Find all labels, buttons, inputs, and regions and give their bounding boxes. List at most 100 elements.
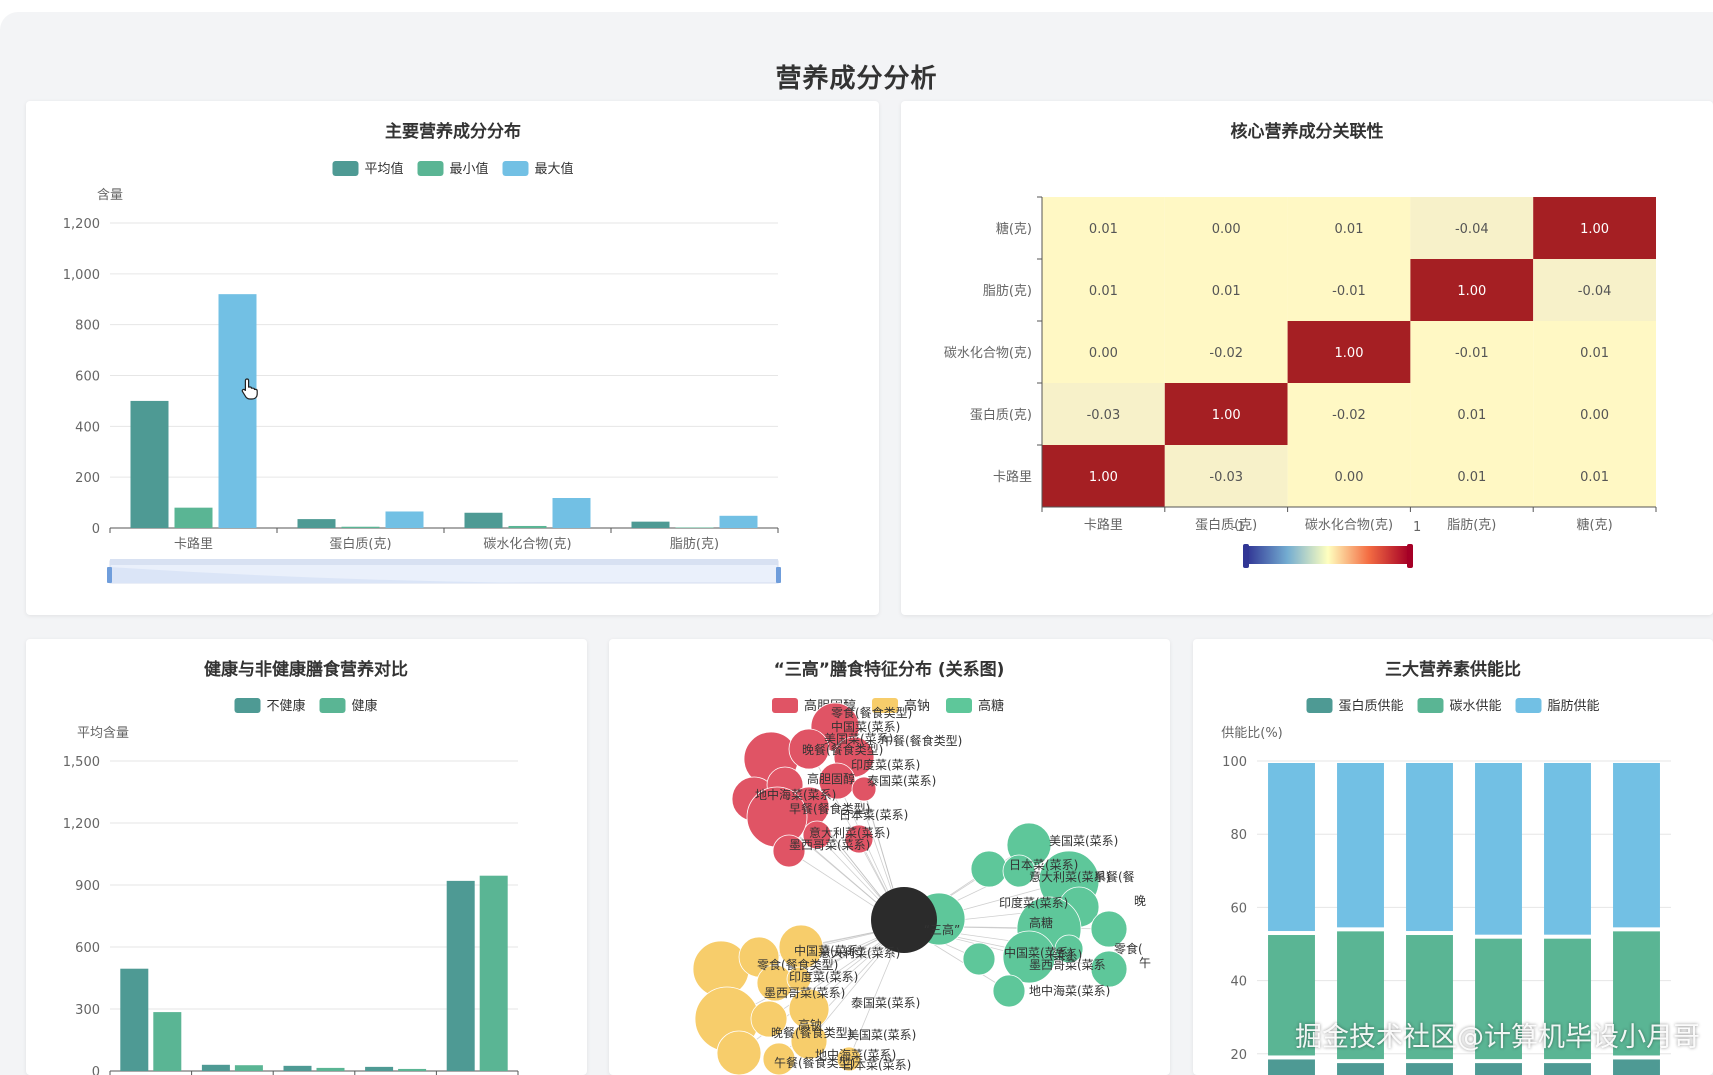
network-node-label: 日本菜(菜系) — [842, 1058, 911, 1072]
x-tick-label: 蛋白质(克) — [329, 536, 391, 552]
network-node-label: 零食(餐食类型) — [757, 957, 838, 972]
bar — [1406, 1063, 1453, 1075]
bar — [1613, 1059, 1660, 1075]
legend-label: 蛋白质供能 — [1339, 698, 1404, 714]
y-tick-label: 300 — [75, 1003, 100, 1018]
network-node-label: 泰国菜(菜系) — [867, 774, 936, 788]
network-node-label: 地中海菜(菜系) — [755, 787, 836, 802]
visual-map-handle-left — [1243, 544, 1249, 568]
energy-ratio-chart: 三大营养素供能比蛋白质供能 碳水供能 脂肪供能供能比(%) 20 40 60 80 100 — [1221, 659, 1671, 1075]
heatmap-value: -0.01 — [1332, 284, 1366, 299]
data-zoom-handle-right — [776, 567, 781, 583]
network-node-label: 零食( — [1114, 941, 1143, 956]
legend-item[interactable]: 高糖 — [946, 698, 1004, 714]
legend-label: 最大值 — [535, 161, 574, 177]
bar — [1544, 1063, 1591, 1075]
x-tick-label: 碳水化合物(克) — [483, 537, 571, 552]
x-tick-label: 脂肪(克) — [670, 536, 719, 552]
y-axis-label: 含量 — [97, 187, 123, 203]
network-hub-node — [871, 887, 937, 953]
y-tick-label: 1,500 — [63, 755, 100, 770]
legend-label: 不健康 — [267, 698, 306, 714]
bar — [719, 515, 758, 528]
bar — [464, 512, 503, 528]
heatmap-value: 0.01 — [1335, 222, 1364, 237]
bar — [631, 521, 670, 528]
x-tick-label: 糖(克) — [1577, 517, 1613, 533]
bar — [365, 1066, 394, 1071]
bar — [283, 1065, 312, 1071]
network-node-label: 晚 — [1134, 894, 1146, 908]
bar — [218, 294, 257, 528]
heatmap-value: -0.03 — [1087, 408, 1121, 423]
y-tick-label: 600 — [75, 941, 100, 956]
heatmap-value: 0.01 — [1580, 470, 1609, 485]
bar — [130, 400, 169, 528]
legend-item[interactable]: 平均值 — [332, 161, 404, 177]
legend-item[interactable]: 健康 — [319, 698, 378, 714]
y-tick-label: 1,200 — [63, 217, 100, 232]
bar — [479, 875, 508, 1071]
chart-title: 核心营养成分关联性 — [1231, 121, 1384, 142]
network-node-label: 墨西哥菜(菜系) — [764, 986, 845, 1000]
network-node-label: 晚餐(餐食类型) — [802, 742, 883, 757]
data-zoom-slider[interactable] — [107, 559, 781, 584]
legend-item[interactable]: 脂肪供能 — [1515, 698, 1600, 714]
legend-swatch — [1417, 698, 1444, 713]
legend-item[interactable]: 最大值 — [502, 161, 574, 177]
x-tick-label: 碳水化合物(克) — [1305, 518, 1393, 533]
legend-item[interactable]: 不健康 — [234, 698, 306, 714]
visual-map-min-label: -1 — [1232, 520, 1245, 535]
bar — [1268, 763, 1315, 932]
hand-pointer-icon — [241, 378, 259, 404]
data-zoom-bar — [110, 559, 778, 565]
x-tick-label: 卡路里 — [174, 536, 213, 552]
y-tick-label: 100 — [1222, 755, 1247, 770]
bar — [1337, 1063, 1384, 1075]
heatmap-value: 1.00 — [1457, 284, 1486, 299]
y-tick-label: 60 — [1230, 901, 1247, 916]
bar — [385, 511, 424, 528]
correlation-card: 核心营养成分关联性 1.00 -0.03 0.00 0.01 0.01 -0.03 1.00 -… — [901, 101, 1713, 615]
network-node-label: 美国菜(菜系) — [1049, 834, 1118, 848]
bar — [675, 527, 714, 528]
bar — [552, 498, 591, 528]
bar — [201, 1064, 230, 1071]
legend-item[interactable]: 蛋白质供能 — [1306, 698, 1404, 714]
bar — [1475, 763, 1522, 935]
heatmap-value: 0.00 — [1089, 346, 1118, 361]
y-tick-label: 糖(克) — [996, 221, 1032, 237]
bar — [316, 1067, 345, 1071]
three-highs-network-card: “三高”膳食特征分布 (关系图)高胆固醇高钠高糖“三高”零食(餐食类型)中国菜(… — [609, 639, 1170, 1075]
heatmap-value: 0.01 — [1457, 470, 1486, 485]
bar — [234, 1065, 263, 1071]
legend-swatch — [772, 698, 798, 713]
bar — [446, 880, 475, 1071]
heatmap-value: 0.01 — [1580, 346, 1609, 361]
legend-item[interactable]: 最小值 — [417, 161, 489, 177]
legend-label: 碳水供能 — [1450, 699, 1502, 714]
chart-title: 三大营养素供能比 — [1385, 659, 1521, 680]
x-tick-label: 卡路里 — [1084, 517, 1123, 533]
data-zoom-handle-left — [107, 567, 112, 583]
network-node-label: 印度菜(菜系) — [999, 895, 1068, 910]
heatmap-value: 1.00 — [1580, 222, 1609, 237]
y-tick-label: 600 — [75, 370, 100, 385]
visual-map-max-label: 1 — [1413, 520, 1421, 535]
y-axis-label: 供能比(%) — [1221, 726, 1283, 741]
network-node — [962, 942, 996, 976]
network-node-label: 美国菜(菜系) — [847, 1028, 916, 1042]
heatmap-value: 1.00 — [1089, 470, 1118, 485]
legend-label: 健康 — [352, 698, 378, 714]
network-node-label: 零食(餐食类型) — [831, 705, 912, 720]
heatmap-value: -0.03 — [1209, 470, 1243, 485]
network-node-label: 墨西哥菜(菜系 — [1029, 958, 1106, 972]
network-node-label: 早餐(餐 — [1094, 869, 1135, 884]
legend-label: 最小值 — [450, 161, 489, 177]
healthy-comparison-chart: 健康与非健康膳食营养对比不健康 健康平均含量 0 300 600 900 1,200 1,50… — [63, 659, 519, 1075]
legend-item[interactable]: 碳水供能 — [1417, 698, 1502, 714]
y-tick-label: 0 — [92, 522, 100, 537]
y-tick-label: 200 — [75, 471, 100, 486]
bar — [153, 1012, 182, 1071]
y-tick-label: 1,200 — [63, 817, 100, 832]
